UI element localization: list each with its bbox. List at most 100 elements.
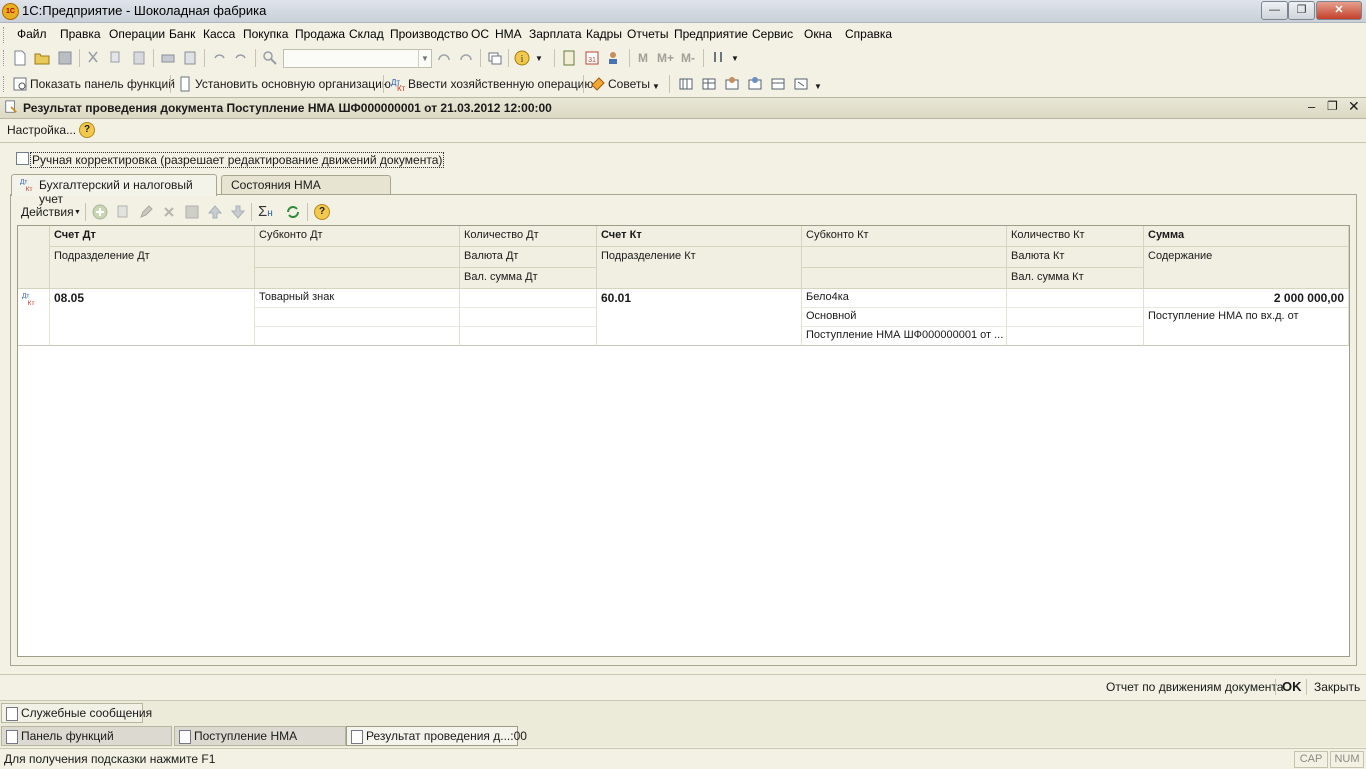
ok-button[interactable]: OK (1282, 679, 1302, 694)
tab-intangible-states[interactable]: Состояния НМА организаций (221, 175, 391, 206)
manual-correction-checkbox[interactable] (16, 152, 29, 165)
cell-credit-subconto-3[interactable]: Поступление НМА ШФ000000001 от ... (802, 327, 1007, 346)
movements-report-button[interactable]: Отчет по движениям документа (1106, 680, 1283, 694)
tips-button[interactable]: Советы (608, 77, 650, 91)
calculator-icon[interactable] (561, 50, 577, 66)
cell-credit-subconto-1[interactable]: Бело4ка (802, 289, 1007, 308)
col-credit-department[interactable]: Подразделение Кт (597, 247, 802, 289)
memory-m-button[interactable]: M (638, 51, 648, 65)
menu-purchase[interactable]: Покупка (243, 27, 288, 41)
grid-help-icon[interactable]: ? (314, 204, 330, 220)
cell-debit-currency[interactable] (460, 308, 597, 327)
menu-edit[interactable]: Правка (60, 27, 101, 41)
cell-debit-subconto[interactable]: Товарный знак (255, 289, 460, 308)
cut-icon[interactable] (85, 50, 101, 66)
organization-icon[interactable] (177, 76, 193, 92)
doc-minimize-button[interactable]: – (1308, 99, 1315, 114)
toolbar2-grip[interactable] (3, 76, 6, 92)
paste-icon[interactable] (131, 50, 147, 66)
tab-accounting[interactable]: Дт Кт Бухгалтерский и налоговый учет (11, 174, 217, 206)
cell-credit-currency[interactable] (1007, 308, 1144, 327)
menu-warehouse[interactable]: Склад (349, 27, 384, 41)
info-icon[interactable]: i (514, 50, 530, 66)
cell-debit-quantity[interactable] (460, 289, 597, 308)
col-debit-currency-amount[interactable]: Вал. сумма Дт (460, 268, 597, 289)
toolbar-grip[interactable] (3, 50, 6, 66)
settings-link[interactable]: Настройка... (7, 123, 76, 137)
doc-close-button[interactable]: ✕ (1348, 98, 1360, 115)
memory-minus-button[interactable]: M- (681, 51, 695, 65)
new-document-icon[interactable] (12, 50, 28, 66)
service-messages-button[interactable]: Служебные сообщения (1, 703, 152, 723)
report-icon-6[interactable] (793, 76, 809, 92)
move-down-icon[interactable] (230, 204, 246, 220)
actions-dropdown-icon[interactable]: ▼ (74, 209, 81, 216)
restore-button[interactable]: ❐ (1288, 1, 1315, 20)
memory-plus-button[interactable]: M+ (657, 51, 674, 65)
delete-row-icon[interactable] (161, 204, 177, 220)
col-credit-account[interactable]: Счет Кт (597, 226, 802, 247)
col-amount[interactable]: Сумма (1144, 226, 1349, 247)
close-window-button[interactable]: ✕ (1316, 1, 1362, 20)
menu-help[interactable]: Справка (845, 27, 892, 41)
info-dropdown-arrow-icon[interactable]: ▼ (535, 54, 543, 63)
task-intangible-receipt[interactable]: Поступление НМА (174, 726, 346, 746)
report-icon-1[interactable] (678, 76, 694, 92)
tips-icon[interactable] (590, 76, 606, 92)
col-debit-quantity[interactable]: Количество Дт (460, 226, 597, 247)
set-main-organization-button[interactable]: Установить основную организацию (195, 77, 391, 91)
col-credit-subconto[interactable]: Субконто Кт (802, 226, 1007, 247)
tools-icon[interactable] (710, 50, 726, 66)
open-folder-icon[interactable] (34, 50, 50, 66)
edit-row-icon[interactable] (138, 204, 154, 220)
sum-icon[interactable]: Σн (258, 203, 273, 220)
menu-enterprise[interactable]: Предприятие (674, 27, 748, 41)
menu-reports[interactable]: Отчеты (627, 27, 668, 41)
show-function-panel-button[interactable]: Показать панель функций (30, 77, 175, 91)
refresh-icon[interactable] (285, 204, 301, 220)
menu-cash[interactable]: Касса (203, 27, 235, 41)
menu-hr[interactable]: Кадры (586, 27, 622, 41)
reports-dropdown-arrow-icon[interactable]: ▼ (814, 82, 822, 91)
menu-salary[interactable]: Зарплата (529, 27, 582, 41)
help-icon[interactable]: ? (79, 122, 95, 138)
search-input[interactable]: ▼ (283, 49, 432, 68)
minimize-button[interactable]: — (1261, 1, 1288, 20)
menu-bank[interactable]: Банк (169, 27, 195, 41)
end-edit-icon[interactable] (184, 204, 200, 220)
tips-dropdown-arrow-icon[interactable]: ▼ (652, 82, 660, 91)
col-debit-subconto[interactable]: Субконто Дт (255, 226, 460, 247)
menu-windows[interactable]: Окна (804, 27, 832, 41)
search-prev-icon[interactable] (458, 50, 474, 66)
manual-correction-label[interactable]: Ручная корректировка (разрешает редактир… (30, 152, 445, 168)
menu-production[interactable]: Производство (390, 27, 468, 41)
calendar-icon[interactable]: 31 (584, 50, 600, 66)
users-icon[interactable] (607, 50, 623, 66)
cell-credit-currency-amount[interactable] (1007, 327, 1144, 346)
save-icon[interactable] (57, 50, 73, 66)
doc-restore-button[interactable]: ❐ (1327, 99, 1338, 113)
undo-icon[interactable] (211, 50, 227, 66)
cell-credit-quantity[interactable] (1007, 289, 1144, 308)
menu-fixed-assets[interactable]: ОС (471, 27, 489, 41)
actions-menu-button[interactable]: Действия (21, 205, 74, 219)
report-icon-2[interactable] (701, 76, 717, 92)
print-preview-icon[interactable] (182, 50, 198, 66)
search-next-icon[interactable] (436, 50, 452, 66)
copy-icon[interactable] (108, 50, 124, 66)
col-debit-department[interactable]: Подразделение Дт (50, 247, 255, 289)
add-row-icon[interactable] (92, 204, 108, 220)
chevron-down-icon[interactable]: ▼ (418, 50, 431, 67)
debit-credit-icon[interactable]: ДтКт (390, 76, 406, 92)
menu-grip[interactable] (3, 27, 6, 43)
enter-business-operation-button[interactable]: Ввести хозяйственную операцию (408, 77, 593, 91)
windows-icon[interactable] (487, 50, 503, 66)
menu-operations[interactable]: Операции (109, 27, 165, 41)
menu-intangibles[interactable]: НМА (495, 27, 522, 41)
task-posting-result[interactable]: Результат проведения д...:00 (346, 726, 527, 746)
col-credit-currency-amount[interactable]: Вал. сумма Кт (1007, 268, 1144, 289)
report-icon-4[interactable] (747, 76, 763, 92)
function-panel-icon[interactable] (12, 76, 28, 92)
move-up-icon[interactable] (207, 204, 223, 220)
menu-file[interactable]: Файл (17, 27, 47, 41)
